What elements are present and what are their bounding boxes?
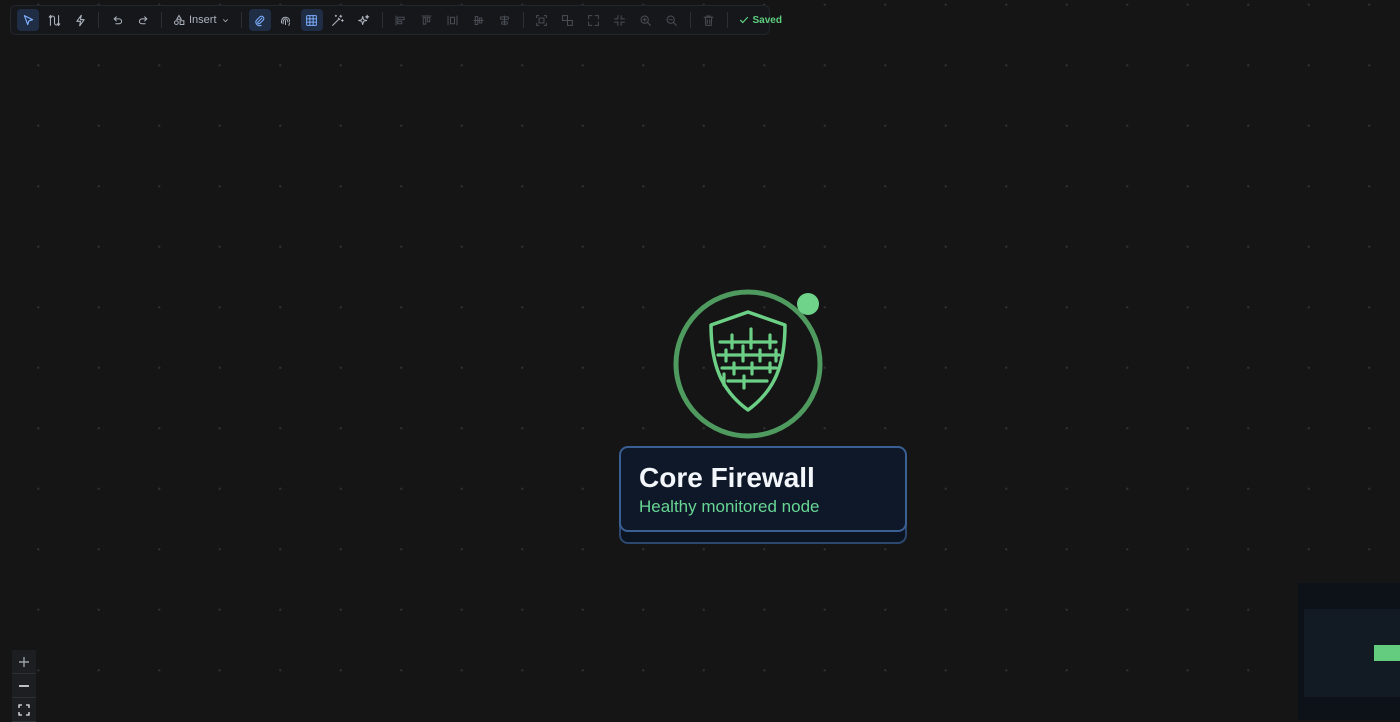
zoom-in-icon[interactable] [635, 9, 657, 31]
distribute-horizontal-icon[interactable] [442, 9, 464, 31]
plus-icon [19, 656, 29, 667]
toolbar-divider [161, 12, 162, 28]
align-center-horizontal-icon[interactable] [494, 9, 516, 31]
align-left-icon[interactable] [390, 9, 412, 31]
route-icon[interactable] [43, 9, 65, 31]
zoom-out-icon[interactable] [661, 9, 683, 31]
insert-menu-button[interactable]: Insert [167, 9, 236, 31]
shapes-icon [174, 14, 185, 25]
status-indicator [797, 293, 819, 315]
fit-view-icon [18, 703, 30, 716]
pointer-icon[interactable] [17, 9, 39, 31]
trash-icon[interactable] [698, 9, 720, 31]
check-icon [739, 16, 748, 24]
save-status-label: Saved [752, 14, 782, 26]
minimap-node [1374, 645, 1400, 661]
node-subtitle: Healthy monitored node [639, 497, 820, 516]
insert-label: Insert [189, 14, 217, 26]
ungroup-icon[interactable] [557, 9, 579, 31]
zoom-out-button[interactable] [12, 674, 36, 698]
node-card[interactable]: Core Firewall Healthy monitored node [619, 446, 907, 532]
toolbar-divider [240, 12, 242, 28]
minimap[interactable] [1298, 583, 1400, 720]
expand-icon[interactable] [583, 9, 605, 31]
group-icon[interactable] [531, 9, 553, 31]
magic-wand-icon[interactable] [327, 9, 349, 31]
collapse-icon[interactable] [609, 9, 631, 31]
align-center-vertical-icon[interactable] [468, 9, 490, 31]
chevron-down-icon [222, 18, 228, 22]
fit-view-button[interactable] [12, 698, 36, 722]
sparkles-icon[interactable] [353, 9, 375, 31]
lightning-icon[interactable] [69, 9, 91, 31]
toolbar: Insert Saved [10, 5, 782, 35]
undo-icon[interactable] [106, 9, 128, 31]
align-top-icon[interactable] [416, 9, 438, 31]
grid-icon[interactable] [300, 9, 323, 31]
toolbar-divider [381, 12, 383, 28]
redo-icon[interactable] [132, 9, 154, 31]
toolbar-divider [689, 12, 691, 28]
fingerprint-icon[interactable] [275, 9, 297, 31]
zoom-controls [12, 650, 36, 722]
minus-icon [19, 684, 29, 687]
zoom-in-button[interactable] [12, 650, 36, 674]
toolbar-divider [522, 12, 524, 28]
save-status: Saved [733, 15, 788, 26]
paperclip-icon[interactable] [248, 9, 271, 31]
toolbar-divider [726, 12, 728, 28]
node-title: Core Firewall [639, 462, 815, 493]
toolbar-divider [98, 12, 99, 28]
